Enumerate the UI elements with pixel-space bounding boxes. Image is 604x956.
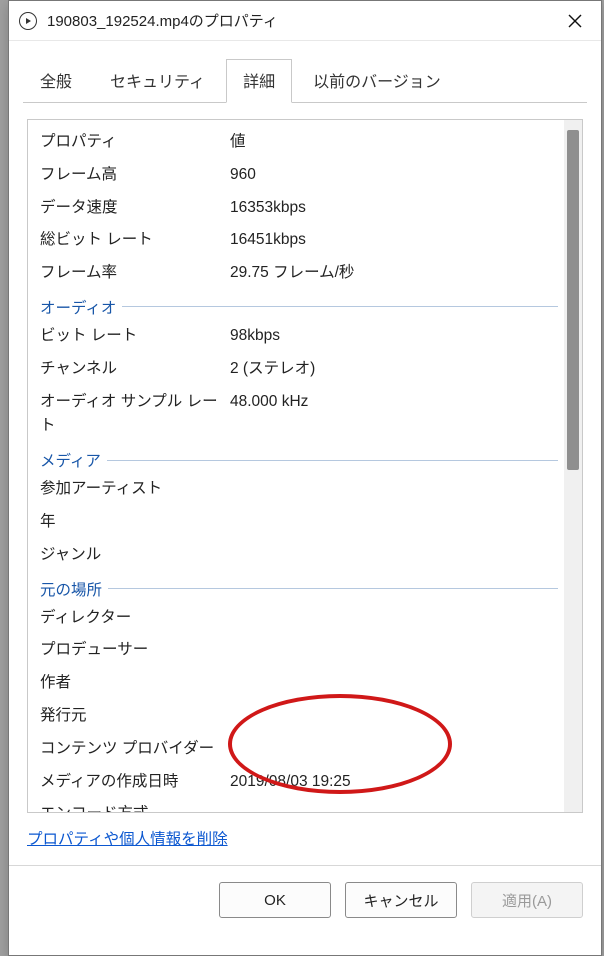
remove-properties-link-row: プロパティや個人情報を削除 bbox=[27, 827, 583, 849]
prop-label: フレーム率 bbox=[40, 261, 230, 286]
prop-value: 98kbps bbox=[230, 324, 564, 349]
prop-value bbox=[230, 477, 564, 502]
list-item[interactable]: 年 bbox=[28, 506, 564, 539]
section-label: 元の場所 bbox=[40, 578, 102, 600]
list-item[interactable]: ビット レート 98kbps bbox=[28, 320, 564, 353]
prop-value bbox=[230, 704, 564, 729]
prop-value bbox=[230, 638, 564, 663]
list-item[interactable]: データ速度 16353kbps bbox=[28, 192, 564, 225]
video-file-icon bbox=[19, 12, 37, 30]
prop-label: 作者 bbox=[40, 671, 230, 696]
prop-value bbox=[230, 543, 564, 568]
details-panel: プロパティ 値 フレーム高 960 データ速度 16353kbps 総ビット レ… bbox=[27, 119, 583, 813]
tab-strip: 全般 セキュリティ 詳細 以前のバージョン bbox=[9, 41, 601, 103]
prop-label: 参加アーティスト bbox=[40, 477, 230, 502]
list-item[interactable]: 発行元 bbox=[28, 700, 564, 733]
properties-dialog: 190803_192524.mp4のプロパティ 全般 セキュリティ 詳細 以前の… bbox=[8, 0, 602, 956]
list-item[interactable]: オーディオ サンプル レート 48.000 kHz bbox=[28, 386, 564, 444]
titlebar: 190803_192524.mp4のプロパティ bbox=[9, 1, 601, 41]
prop-value: 29.75 フレーム/秒 bbox=[230, 261, 564, 286]
list-item[interactable]: メディアの作成日時 2019/08/03 19:25 bbox=[28, 766, 564, 799]
list-item[interactable]: 総ビット レート 16451kbps bbox=[28, 224, 564, 257]
prop-value: 16451kbps bbox=[230, 228, 564, 253]
prop-label: メディアの作成日時 bbox=[40, 770, 230, 795]
close-icon bbox=[568, 14, 582, 28]
prop-value bbox=[230, 606, 564, 631]
prop-label: データ速度 bbox=[40, 196, 230, 221]
prop-value: 48.000 kHz bbox=[230, 390, 564, 440]
list-item[interactable]: フレーム率 29.75 フレーム/秒 bbox=[28, 257, 564, 290]
prop-value bbox=[230, 671, 564, 696]
section-label: オーディオ bbox=[40, 296, 116, 318]
section-label: メディア bbox=[40, 449, 101, 471]
list-item[interactable]: チャンネル 2 (ステレオ) bbox=[28, 353, 564, 386]
prop-value bbox=[230, 737, 564, 762]
prop-label: フレーム高 bbox=[40, 163, 230, 188]
list-item[interactable]: コンテンツ プロバイダー bbox=[28, 733, 564, 766]
header-property: プロパティ bbox=[40, 130, 230, 155]
list-item[interactable]: フレーム高 960 bbox=[28, 159, 564, 192]
tab-general[interactable]: 全般 bbox=[23, 59, 89, 103]
list-item[interactable]: エンコード方式 bbox=[28, 798, 564, 812]
header-value: 値 bbox=[230, 130, 564, 155]
ok-button[interactable]: OK bbox=[219, 882, 331, 918]
prop-label: ジャンル bbox=[40, 543, 230, 568]
prop-value: 2019/08/03 19:25 bbox=[230, 770, 564, 795]
prop-label: プロデューサー bbox=[40, 638, 230, 663]
scrollbar-thumb[interactable] bbox=[567, 130, 579, 470]
list-item[interactable]: プロデューサー bbox=[28, 634, 564, 667]
prop-label: オーディオ サンプル レート bbox=[40, 390, 230, 440]
prop-label: ビット レート bbox=[40, 324, 230, 349]
prop-label: 総ビット レート bbox=[40, 228, 230, 253]
section-media: メディア bbox=[40, 449, 564, 471]
prop-label: ディレクター bbox=[40, 606, 230, 631]
scrollbar[interactable] bbox=[564, 120, 582, 812]
prop-value bbox=[230, 510, 564, 535]
prop-label: 年 bbox=[40, 510, 230, 535]
prop-label: エンコード方式 bbox=[40, 802, 230, 812]
prop-value: 960 bbox=[230, 163, 564, 188]
list-item[interactable]: 作者 bbox=[28, 667, 564, 700]
prop-value bbox=[230, 802, 564, 812]
prop-value: 2 (ステレオ) bbox=[230, 357, 564, 382]
tab-details[interactable]: 詳細 bbox=[226, 59, 292, 103]
prop-value: 16353kbps bbox=[230, 196, 564, 221]
remove-properties-link[interactable]: プロパティや個人情報を削除 bbox=[27, 831, 228, 848]
list-item[interactable]: ディレクター bbox=[28, 602, 564, 635]
list-item[interactable]: 参加アーティスト bbox=[28, 473, 564, 506]
prop-label: チャンネル bbox=[40, 357, 230, 382]
column-headers: プロパティ 値 bbox=[28, 126, 564, 159]
tab-security[interactable]: セキュリティ bbox=[93, 59, 222, 103]
window-title: 190803_192524.mp4のプロパティ bbox=[47, 10, 553, 31]
apply-button[interactable]: 適用(A) bbox=[471, 882, 583, 918]
property-list[interactable]: プロパティ 値 フレーム高 960 データ速度 16353kbps 総ビット レ… bbox=[28, 120, 582, 812]
list-item[interactable]: ジャンル bbox=[28, 539, 564, 572]
cancel-button[interactable]: キャンセル bbox=[345, 882, 457, 918]
dialog-buttons: OK キャンセル 適用(A) bbox=[9, 866, 601, 936]
close-button[interactable] bbox=[553, 5, 597, 37]
prop-label: コンテンツ プロバイダー bbox=[40, 737, 230, 762]
tab-previous-versions[interactable]: 以前のバージョン bbox=[296, 59, 458, 103]
section-origin: 元の場所 bbox=[40, 578, 564, 600]
prop-label: 発行元 bbox=[40, 704, 230, 729]
section-audio: オーディオ bbox=[40, 296, 564, 318]
